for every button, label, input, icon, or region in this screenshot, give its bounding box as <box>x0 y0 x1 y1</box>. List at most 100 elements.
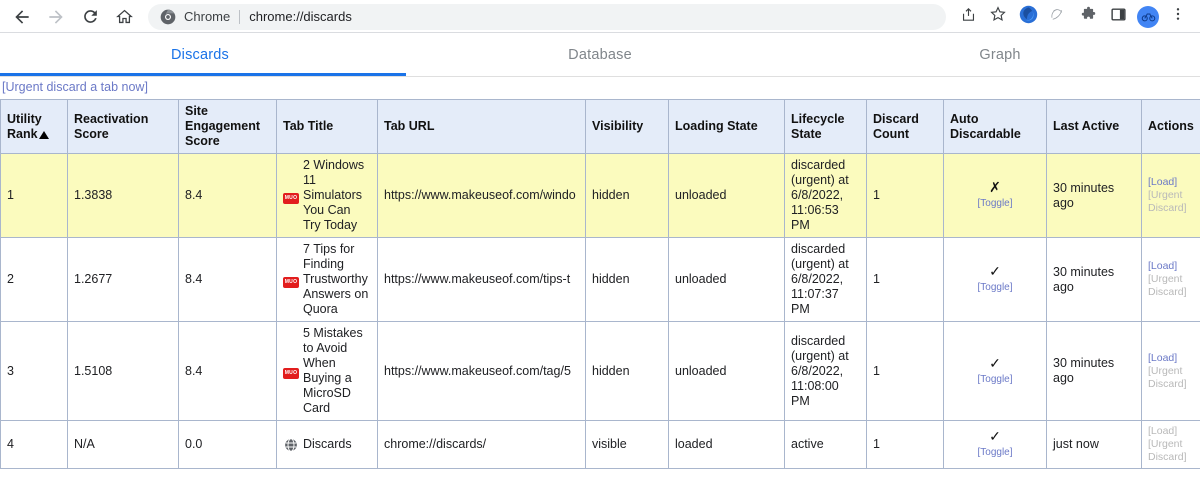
column-header-utility-rank[interactable]: Utility Rank <box>1 100 68 154</box>
cell-discard-count: 1 <box>867 238 944 322</box>
column-header-lifecycle-state[interactable]: Lifecycle State <box>785 100 867 154</box>
cell-discard-count: 1 <box>867 421 944 469</box>
bookmark-star-icon <box>989 5 1007 28</box>
cell-tab-title: Discards <box>277 421 378 469</box>
column-header-visibility[interactable]: Visibility <box>586 100 669 154</box>
tab-discards[interactable]: Discards <box>0 33 400 76</box>
cell-utility-rank: 1 <box>1 154 68 238</box>
cell-lifecycle-state: discarded (urgent) at 6/8/2022, 11:07:37… <box>785 238 867 322</box>
tab-title-text: 2 Windows 11 Simulators You Can Try Toda… <box>303 158 371 233</box>
cell-lifecycle-state: discarded (urgent) at 6/8/2022, 11:06:53… <box>785 154 867 238</box>
cell-tab-url: chrome://discards/ <box>378 421 586 469</box>
extensions-button[interactable] <box>1074 3 1102 31</box>
column-label-discard-count: Discard Count <box>873 112 919 141</box>
more-menu-button[interactable] <box>1164 3 1192 31</box>
cell-tab-url: https://www.makeuseof.com/tips-t <box>378 238 586 322</box>
auto-discardable-mark: ✓ <box>950 429 1040 444</box>
cell-discard-count: 1 <box>867 322 944 421</box>
share-button[interactable] <box>954 3 982 31</box>
load-action-link[interactable]: [Load] <box>1148 176 1196 189</box>
cell-tab-title: MUO7 Tips for Finding Trustworthy Answer… <box>277 238 378 322</box>
omnibox-url-text[interactable]: chrome://discards <box>249 9 352 24</box>
extension-blue-button[interactable] <box>1014 3 1042 31</box>
cell-loading-state: unloaded <box>669 238 785 322</box>
back-button[interactable] <box>8 3 36 31</box>
bookmark-button[interactable] <box>984 3 1012 31</box>
column-label-loading-state: Loading State <box>675 119 758 133</box>
tab-database[interactable]: Database <box>400 33 800 76</box>
auto-discardable-mark: ✓ <box>950 264 1040 279</box>
tab-discards-label: Discards <box>171 47 229 63</box>
table-header-row: Utility Rank Reactivation Score Site Eng… <box>1 100 1200 154</box>
discards-page-tabs: Discards Database Graph <box>0 33 1200 77</box>
column-header-last-active[interactable]: Last Active <box>1047 100 1142 154</box>
column-label-auto-discardable: Auto Discardable <box>950 112 1021 141</box>
reload-button[interactable] <box>76 3 104 31</box>
reload-icon <box>81 7 100 26</box>
more-menu-icon <box>1170 6 1186 27</box>
column-header-discard-count[interactable]: Discard Count <box>867 100 944 154</box>
column-label-tab-title: Tab Title <box>283 119 333 133</box>
extension-outline-button[interactable] <box>1044 3 1072 31</box>
cell-visibility: hidden <box>586 322 669 421</box>
share-icon <box>960 6 977 28</box>
cell-site-engagement-score: 8.4 <box>179 238 277 322</box>
column-header-site-engagement-score[interactable]: Site Engagement Score <box>179 100 277 154</box>
discards-table: Utility Rank Reactivation Score Site Eng… <box>0 99 1200 469</box>
cell-actions: [Load][Urgent Discard] <box>1142 322 1200 421</box>
cell-loading-state: unloaded <box>669 154 785 238</box>
load-action-link[interactable]: [Load] <box>1148 260 1196 273</box>
column-label-visibility: Visibility <box>592 119 643 133</box>
cell-utility-rank: 3 <box>1 322 68 421</box>
omnibox-chrome-label: Chrome <box>184 9 230 24</box>
cell-last-active: just now <box>1047 421 1142 469</box>
cell-site-engagement-score: 0.0 <box>179 421 277 469</box>
urgent-discard-action-link: [Urgent Discard] <box>1148 438 1196 464</box>
cell-auto-discardable: ✗[Toggle] <box>944 154 1047 238</box>
omnibox-separator <box>239 10 240 24</box>
muo-favicon-icon: MUO <box>283 272 299 288</box>
table-row: 4N/A0.0Discardschrome://discards/visible… <box>1 421 1200 469</box>
column-label-tab-url: Tab URL <box>384 119 434 133</box>
column-header-tab-title[interactable]: Tab Title <box>277 100 378 154</box>
load-action-link[interactable]: [Load] <box>1148 352 1196 365</box>
urgent-discard-action-link: [Urgent Discard] <box>1148 189 1196 215</box>
side-panel-button[interactable] <box>1104 3 1132 31</box>
cell-reactivation-score: 1.2677 <box>68 238 179 322</box>
toggle-auto-discardable-link[interactable]: [Toggle] <box>950 280 1040 295</box>
column-header-auto-discardable[interactable]: Auto Discardable <box>944 100 1047 154</box>
address-bar[interactable]: Chrome chrome://discards <box>148 4 946 30</box>
urgent-discard-link[interactable]: [Urgent discard a tab now] <box>2 80 148 94</box>
toggle-auto-discardable-link[interactable]: [Toggle] <box>950 372 1040 387</box>
tab-graph[interactable]: Graph <box>800 33 1200 76</box>
table-row: 21.26778.4MUO7 Tips for Finding Trustwor… <box>1 238 1200 322</box>
cell-tab-url: https://www.makeuseof.com/windo <box>378 154 586 238</box>
tab-title-text: 7 Tips for Finding Trustworthy Answers o… <box>303 242 371 317</box>
tab-title-text: 5 Mistakes to Avoid When Buying a MicroS… <box>303 326 371 416</box>
chrome-extension-blue-icon <box>1019 5 1038 29</box>
toolbar-actions <box>952 3 1192 31</box>
forward-button[interactable] <box>42 3 70 31</box>
column-header-tab-url[interactable]: Tab URL <box>378 100 586 154</box>
auto-discardable-mark: ✗ <box>950 180 1040 195</box>
column-header-reactivation-score[interactable]: Reactivation Score <box>68 100 179 154</box>
toggle-auto-discardable-link[interactable]: [Toggle] <box>950 445 1040 460</box>
cell-tab-title: MUO 2 Windows 11 Simulators You Can Try T… <box>277 154 378 238</box>
cell-visibility: visible <box>586 421 669 469</box>
profile-button[interactable] <box>1134 3 1162 31</box>
cell-lifecycle-state: active <box>785 421 867 469</box>
extensions-puzzle-icon <box>1080 6 1097 28</box>
column-header-loading-state[interactable]: Loading State <box>669 100 785 154</box>
discards-content: [Urgent discard a tab now] Utility Rank … <box>0 77 1200 500</box>
cell-tab-title: MUO5 Mistakes to Avoid When Buying a Mic… <box>277 322 378 421</box>
chrome-logo-icon <box>160 9 176 25</box>
column-label-last-active: Last Active <box>1053 119 1119 133</box>
cell-reactivation-score: 1.5108 <box>68 322 179 421</box>
home-button[interactable] <box>110 3 138 31</box>
favicon-text: MUO <box>283 193 299 204</box>
cell-auto-discardable: ✓[Toggle] <box>944 322 1047 421</box>
table-body: 11.38388.4MUO2 Windows 11 Simulators You… <box>1 154 1200 469</box>
globe-favicon-icon <box>283 437 299 453</box>
toggle-auto-discardable-link[interactable]: [Toggle] <box>950 196 1040 211</box>
tab-database-label: Database <box>568 47 632 63</box>
